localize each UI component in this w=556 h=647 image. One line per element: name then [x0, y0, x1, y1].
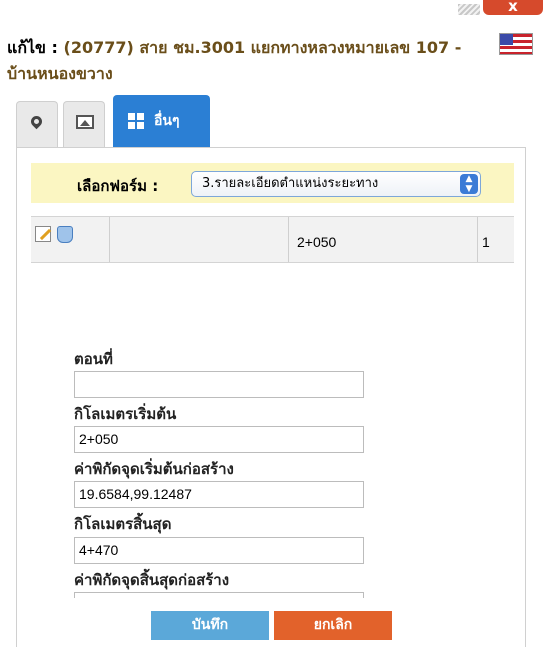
cell-divider	[288, 217, 289, 262]
section-input[interactable]	[74, 371, 364, 398]
map-pin-icon	[28, 113, 45, 130]
title-text: (20777) สาย ชม.3001 แยกทางหลวงหมายเลข 10…	[7, 38, 462, 83]
close-button[interactable]: x	[483, 0, 543, 15]
field-label-km-end: กิโลเมตรสิ้นสุด	[74, 515, 172, 533]
trash-icon[interactable]	[57, 226, 73, 243]
start-coord-input[interactable]: 19.6584,99.12487	[74, 481, 364, 508]
table-cell-km: 2+050	[297, 234, 337, 250]
form-select[interactable]: 3.รายละเอียดตำแหน่งระยะทาง ▲ ▼	[191, 171, 481, 197]
edit-icon[interactable]	[35, 226, 51, 242]
title-label: แก้ไข :	[7, 38, 58, 57]
tab-images[interactable]	[63, 101, 105, 147]
page-title: แก้ไข : (20777) สาย ชม.3001 แยกทางหลวงหม…	[7, 35, 487, 87]
field-label-section: ตอนที่	[74, 350, 113, 368]
table-cell-cut: 1	[482, 234, 490, 250]
select-arrows-icon: ▲ ▼	[460, 174, 478, 194]
field-label-start-coord: ค่าพิกัดจุดเริ่มต้นก่อสร้าง	[74, 460, 234, 478]
field-label-end-coord: ค่าพิกัดจุดสิ้นสุดก่อสร้าง	[74, 571, 230, 589]
cell-divider	[109, 217, 110, 262]
form-select-value: 3.รายละเอียดตำแหน่งระยะทาง	[202, 176, 379, 191]
tab-location[interactable]	[16, 101, 58, 147]
image-icon	[76, 115, 94, 129]
km-start-input[interactable]: 2+050	[74, 426, 364, 453]
end-coord-input[interactable]	[74, 592, 364, 598]
form-select-label: เลือกฟอร์ม :	[77, 177, 159, 195]
us-flag-icon[interactable]	[499, 33, 533, 55]
cancel-button[interactable]: ยกเลิก	[274, 611, 392, 640]
field-label-km-start: กิโลเมตรเริ่มต้น	[74, 405, 177, 423]
tab-other-label: อื่นๆ	[154, 113, 180, 129]
resize-grip[interactable]	[458, 4, 480, 15]
grid-icon	[128, 113, 144, 129]
save-button[interactable]: บันทึก	[151, 611, 269, 640]
km-end-input[interactable]: 4+470	[74, 537, 364, 564]
table-row: 2+050 1	[31, 216, 514, 263]
tab-other[interactable]: อื่นๆ	[113, 95, 210, 147]
cell-divider	[477, 217, 478, 262]
